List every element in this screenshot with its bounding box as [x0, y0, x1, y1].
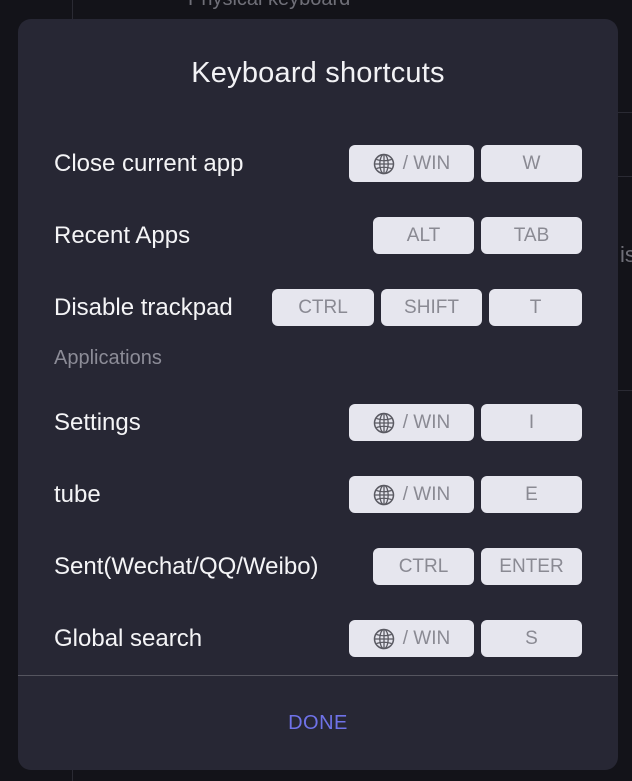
key-cap: ENTER: [481, 548, 582, 585]
background-divider: [618, 112, 632, 113]
shortcut-row-settings: Settings / WIN I: [18, 403, 618, 443]
key-cap: E: [481, 476, 582, 513]
shortcut-label: Global search: [54, 625, 203, 652]
key-cap: S: [481, 620, 582, 657]
shortcut-label: Sent(Wechat/QQ/Weibo): [54, 553, 319, 580]
key-combo: CTRL ENTER: [373, 548, 582, 585]
shortcut-label: Settings: [54, 409, 141, 436]
key-cap-win: / WIN: [349, 404, 474, 441]
key-cap-label: / WIN: [402, 412, 451, 433]
key-cap: I: [481, 404, 582, 441]
globe-icon: [373, 412, 395, 434]
keyboard-shortcuts-dialog: Keyboard shortcuts Close current app / W…: [18, 19, 618, 770]
globe-icon: [373, 628, 395, 650]
shortcut-label: Close current app: [54, 150, 244, 177]
key-cap-win: / WIN: [349, 145, 474, 182]
shortcut-row-global-search: Global search / WIN S: [18, 619, 618, 659]
key-cap-label: / WIN: [402, 628, 451, 649]
shortcut-row-disable-trackpad: Disable trackpad CTRL SHIFT T: [18, 288, 618, 328]
shortcut-label: Recent Apps: [54, 222, 191, 249]
globe-icon: [373, 153, 395, 175]
key-combo: ALT TAB: [373, 217, 582, 254]
key-cap: TAB: [481, 217, 582, 254]
dialog-title: Keyboard shortcuts: [191, 57, 445, 89]
done-button[interactable]: DONE: [18, 676, 618, 770]
key-cap-win: / WIN: [349, 620, 474, 657]
key-combo: CTRL SHIFT T: [272, 289, 582, 326]
key-cap-win: / WIN: [349, 476, 474, 513]
shortcut-row-tube: tube / WIN E: [18, 475, 618, 515]
shortcut-label: tube: [54, 481, 101, 508]
key-cap-label: / WIN: [402, 484, 451, 505]
key-cap: T: [489, 289, 582, 326]
section-title-applications: Applications: [54, 347, 162, 369]
background-settings-item-label: Physical keyboard: [188, 0, 350, 11]
key-combo: / WIN S: [349, 620, 582, 657]
key-combo: / WIN E: [349, 476, 582, 513]
shortcut-row-sent: Sent(Wechat/QQ/Weibo) CTRL ENTER: [18, 547, 618, 587]
key-cap-label: / WIN: [402, 153, 451, 174]
key-cap: ALT: [373, 217, 474, 254]
shortcut-row-recent-apps: Recent Apps ALT TAB: [18, 216, 618, 256]
key-cap: CTRL: [272, 289, 374, 326]
shortcut-row-close-current-app: Close current app / WIN W: [18, 144, 618, 184]
key-cap: SHIFT: [381, 289, 482, 326]
background-peek-text: is: [620, 242, 632, 267]
key-combo: / WIN I: [349, 404, 582, 441]
background-divider: [618, 176, 632, 177]
shortcut-label: Disable trackpad: [54, 294, 233, 321]
key-combo: / WIN W: [349, 145, 582, 182]
key-cap: W: [481, 145, 582, 182]
key-cap: CTRL: [373, 548, 474, 585]
background-divider: [618, 390, 632, 391]
globe-icon: [373, 484, 395, 506]
